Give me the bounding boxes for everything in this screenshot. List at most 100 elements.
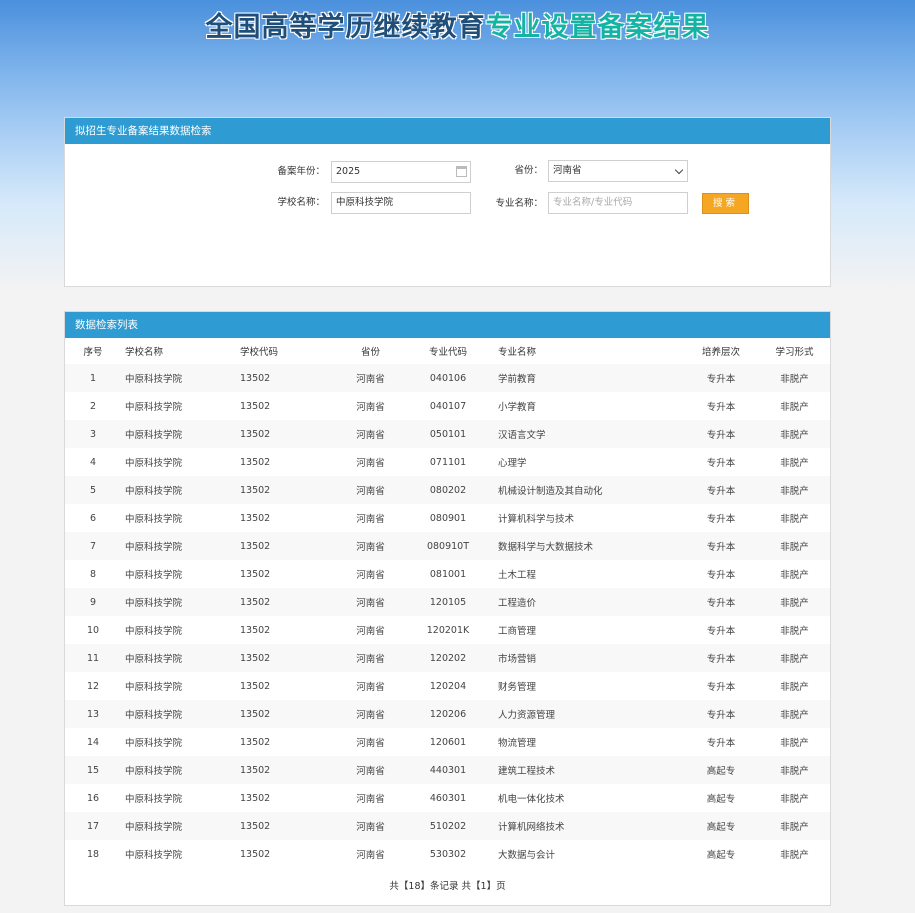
search-panel-title: 拟招生专业备案结果数据检索 <box>65 118 830 144</box>
table-row: 10 中原科技学院 13502 河南省 120201K 工商管理 专升本 非脱产 <box>65 616 830 644</box>
cell-school: 中原科技学院 <box>121 756 236 784</box>
cell-level: 专升本 <box>683 644 759 672</box>
cell-school-code: 13502 <box>236 364 333 392</box>
cell-school: 中原科技学院 <box>121 560 236 588</box>
cell-major-name: 心理学 <box>488 448 683 476</box>
cell-school: 中原科技学院 <box>121 532 236 560</box>
major-input[interactable]: 专业名称/专业代码 <box>548 192 688 214</box>
cell-province: 河南省 <box>333 616 408 644</box>
search-button[interactable]: 搜索 <box>702 193 749 214</box>
cell-province: 河南省 <box>333 756 408 784</box>
cell-level: 高起专 <box>683 784 759 812</box>
cell-school: 中原科技学院 <box>121 672 236 700</box>
cell-level: 专升本 <box>683 448 759 476</box>
table-row: 12 中原科技学院 13502 河南省 120204 财务管理 专升本 非脱产 <box>65 672 830 700</box>
cell-major-name: 计算机网络技术 <box>488 812 683 840</box>
cell-province: 河南省 <box>333 784 408 812</box>
cell-school: 中原科技学院 <box>121 840 236 868</box>
cell-study-form: 非脱产 <box>759 560 830 588</box>
cell-school-code: 13502 <box>236 700 333 728</box>
cell-major-code: 040107 <box>408 392 488 420</box>
table-row: 15 中原科技学院 13502 河南省 440301 建筑工程技术 高起专 非脱产 <box>65 756 830 784</box>
cell-index: 14 <box>65 728 121 756</box>
cell-major-name: 物流管理 <box>488 728 683 756</box>
cell-province: 河南省 <box>333 840 408 868</box>
cell-province: 河南省 <box>333 420 408 448</box>
cell-study-form: 非脱产 <box>759 756 830 784</box>
page-title-part1: 全国高等学历继续教育 <box>205 12 486 43</box>
cell-level: 专升本 <box>683 588 759 616</box>
cell-major-name: 财务管理 <box>488 672 683 700</box>
cell-major-code: 040106 <box>408 364 488 392</box>
cell-province: 河南省 <box>333 700 408 728</box>
cell-level: 专升本 <box>683 532 759 560</box>
cell-level: 专升本 <box>683 420 759 448</box>
cell-school-code: 13502 <box>236 560 333 588</box>
cell-major-name: 小学教育 <box>488 392 683 420</box>
cell-major-code: 120105 <box>408 588 488 616</box>
cell-school: 中原科技学院 <box>121 812 236 840</box>
cell-index: 13 <box>65 700 121 728</box>
cell-study-form: 非脱产 <box>759 364 830 392</box>
cell-school-code: 13502 <box>236 420 333 448</box>
cell-index: 6 <box>65 504 121 532</box>
cell-province: 河南省 <box>333 476 408 504</box>
cell-level: 专升本 <box>683 504 759 532</box>
cell-study-form: 非脱产 <box>759 812 830 840</box>
cell-level: 专升本 <box>683 392 759 420</box>
cell-level: 高起专 <box>683 812 759 840</box>
cell-major-code: 460301 <box>408 784 488 812</box>
col-header-province: 省份 <box>360 347 380 358</box>
cell-study-form: 非脱产 <box>759 476 830 504</box>
year-field[interactable]: 2025 <box>331 161 471 183</box>
table-row: 13 中原科技学院 13502 河南省 120206 人力资源管理 专升本 非脱产 <box>65 700 830 728</box>
cell-school: 中原科技学院 <box>121 728 236 756</box>
cell-major-name: 学前教育 <box>488 364 683 392</box>
table-row: 2 中原科技学院 13502 河南省 040107 小学教育 专升本 非脱产 <box>65 392 830 420</box>
cell-index: 8 <box>65 560 121 588</box>
province-select[interactable]: 河南省 <box>548 160 688 182</box>
cell-school: 中原科技学院 <box>121 644 236 672</box>
cell-province: 河南省 <box>333 560 408 588</box>
table-row: 9 中原科技学院 13502 河南省 120105 工程造价 专升本 非脱产 <box>65 588 830 616</box>
cell-index: 7 <box>65 532 121 560</box>
cell-index: 9 <box>65 588 121 616</box>
school-input[interactable]: 中原科技学院 <box>331 192 471 214</box>
cell-major-code: 120601 <box>408 728 488 756</box>
table-row: 17 中原科技学院 13502 河南省 510202 计算机网络技术 高起专 非脱产 <box>65 812 830 840</box>
cell-level: 专升本 <box>683 364 759 392</box>
cell-school-code: 13502 <box>236 476 333 504</box>
cell-school: 中原科技学院 <box>121 784 236 812</box>
col-header-school: 学校名称 <box>125 347 164 358</box>
table-body: 1 中原科技学院 13502 河南省 040106 学前教育 专升本 非脱产 2 中原科技学院 13… <box>65 364 830 868</box>
cell-major-code: 510202 <box>408 812 488 840</box>
table-header-row: 序号 学校名称 学校代码 省份 专业代码 专业名称 培养层次 学习形式 <box>65 338 830 364</box>
cell-major-code: 120202 <box>408 644 488 672</box>
cell-major-code: 080901 <box>408 504 488 532</box>
year-value: 2025 <box>336 166 361 177</box>
cell-province: 河南省 <box>333 364 408 392</box>
cell-study-form: 非脱产 <box>759 448 830 476</box>
cell-level: 专升本 <box>683 700 759 728</box>
cell-study-form: 非脱产 <box>759 420 830 448</box>
results-panel-title: 数据检索列表 <box>65 312 830 338</box>
cell-province: 河南省 <box>333 532 408 560</box>
calendar-icon[interactable] <box>456 166 467 177</box>
cell-study-form: 非脱产 <box>759 532 830 560</box>
table-row: 18 中原科技学院 13502 河南省 530302 大数据与会计 高起专 非脱产 <box>65 840 830 868</box>
col-header-major-name: 专业名称 <box>498 347 537 358</box>
cell-school: 中原科技学院 <box>121 588 236 616</box>
cell-major-name: 机械设计制造及其自动化 <box>488 476 683 504</box>
cell-province: 河南省 <box>333 672 408 700</box>
cell-major-code: 071101 <box>408 448 488 476</box>
col-header-school-code: 学校代码 <box>240 347 279 358</box>
cell-level: 专升本 <box>683 476 759 504</box>
cell-index: 4 <box>65 448 121 476</box>
cell-major-name: 市场营销 <box>488 644 683 672</box>
cell-index: 12 <box>65 672 121 700</box>
cell-major-code: 120204 <box>408 672 488 700</box>
table-row: 4 中原科技学院 13502 河南省 071101 心理学 专升本 非脱产 <box>65 448 830 476</box>
cell-major-name: 建筑工程技术 <box>488 756 683 784</box>
page-title-part2: 专业设置备案结果 <box>485 12 710 43</box>
col-header-major-code: 专业代码 <box>428 347 467 358</box>
